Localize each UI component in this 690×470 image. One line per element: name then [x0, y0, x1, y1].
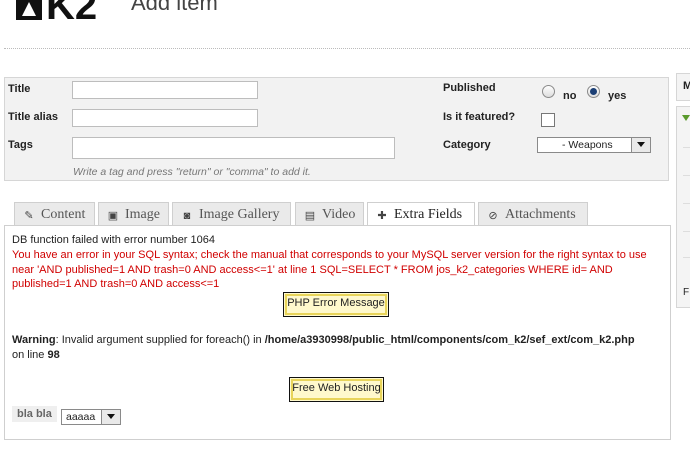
title-input[interactable]: [72, 81, 258, 99]
tab-image[interactable]: ▣ Image: [98, 202, 169, 226]
featured-checkbox[interactable]: [541, 113, 555, 127]
page-title: Add item: [131, 0, 218, 15]
category-label: Category: [443, 139, 491, 151]
chevron-down-icon: [101, 410, 120, 424]
warning-label: Warning: [12, 334, 56, 346]
published-no-label: no: [563, 90, 577, 102]
puzzle-icon: ✚: [377, 210, 387, 222]
k2-logo: K2: [16, 0, 97, 22]
svg-text:K2: K2: [46, 0, 97, 22]
chevron-down-icon: [631, 138, 650, 152]
tab-extra-fields[interactable]: ✚ Extra Fields: [367, 202, 475, 227]
pencil-icon: ✎: [24, 210, 34, 222]
tab-video[interactable]: ▤ Video: [295, 202, 364, 226]
title-label: Title: [8, 83, 31, 95]
warning-message: Warning: Invalid argument supplied for f…: [12, 333, 662, 362]
film-icon: ▤: [304, 210, 316, 222]
published-label: Published: [443, 82, 496, 94]
sidebar-divider: [683, 147, 690, 148]
alias-input[interactable]: [72, 109, 258, 127]
sql-error-text: You have an error in your SQL syntax; ch…: [12, 249, 647, 290]
tab-attachments[interactable]: ⊘ Attachments: [478, 202, 588, 226]
camera-icon: ◙: [183, 210, 191, 222]
image-icon: ▣: [107, 210, 119, 222]
tab-label: Extra Fields: [394, 207, 463, 222]
sidebar-divider: [683, 203, 690, 204]
published-no-radio[interactable]: [542, 85, 555, 98]
sidebar-divider: [683, 257, 690, 258]
warning-text: : Invalid argument supplied for foreach(…: [55, 334, 265, 346]
basic-fields-panel: Title Title alias Tags Write a tag and p…: [4, 77, 669, 181]
db-error-text: DB function failed with error number 106…: [12, 234, 215, 246]
tab-label: Video: [322, 207, 356, 222]
published-yes-label: yes: [608, 90, 627, 102]
tags-label: Tags: [8, 139, 33, 151]
header-divider: [4, 48, 690, 49]
warning-line-number: 98: [47, 348, 60, 361]
sidebar-header-text: M: [683, 80, 690, 92]
tab-label: Attachments: [505, 207, 576, 222]
tab-label: Content: [41, 207, 86, 222]
php-error-button[interactable]: PHP Error Message: [283, 292, 389, 317]
extra-field-value: aaaaa: [66, 411, 96, 423]
tags-input[interactable]: [72, 137, 395, 159]
tab-image-gallery[interactable]: ◙ Image Gallery: [172, 202, 291, 226]
tab-content[interactable]: ✎ Content: [14, 202, 95, 226]
sidebar-divider: [683, 175, 690, 176]
paperclip-icon: ⊘: [488, 210, 498, 222]
warning-line-prefix: on line: [12, 348, 48, 361]
warning-path: /home/a3930998/public_html/components/co…: [264, 334, 635, 346]
tab-label: Image: [125, 207, 160, 222]
sidebar-panel: F: [676, 106, 690, 308]
sidebar-header: M: [676, 73, 690, 101]
extra-field-label: bla bla: [12, 406, 57, 422]
category-value: - Weapons: [562, 139, 613, 151]
category-select[interactable]: - Weapons: [537, 137, 651, 153]
free-hosting-button[interactable]: Free Web Hosting: [289, 377, 384, 402]
featured-label: Is it featured?: [443, 111, 516, 123]
sidebar-divider: [683, 231, 690, 232]
extra-field-select[interactable]: aaaaa: [61, 409, 121, 425]
triangle-down-icon: [682, 115, 690, 121]
alias-label: Title alias: [8, 111, 58, 123]
tags-hint: Write a tag and press "return" or "comma…: [73, 166, 311, 178]
sidebar-footer-text: F: [683, 287, 690, 298]
tab-label: Image Gallery: [199, 207, 280, 222]
published-yes-radio[interactable]: [587, 85, 600, 98]
